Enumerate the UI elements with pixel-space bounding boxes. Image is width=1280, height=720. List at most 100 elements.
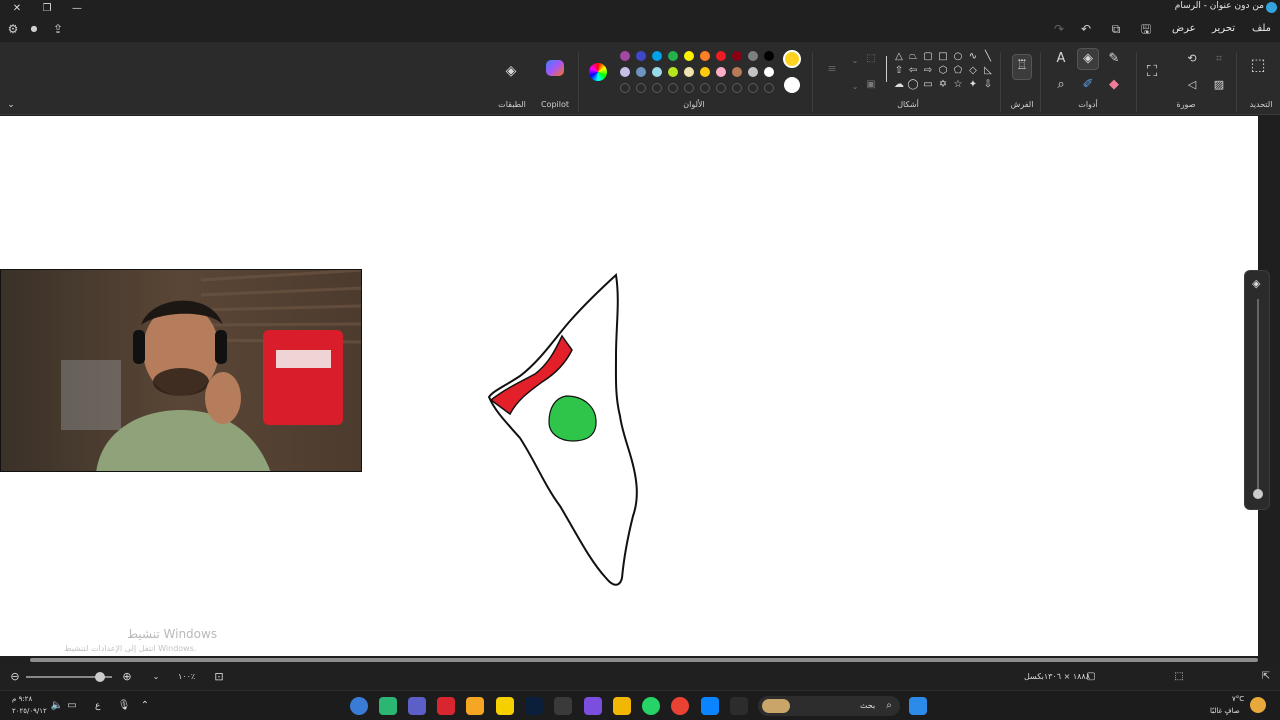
- image-select-icon[interactable]: ⛶: [1143, 62, 1161, 80]
- save-icon[interactable]: 🖫: [1139, 22, 1153, 36]
- custom-color-slot[interactable]: [652, 83, 662, 93]
- copilot-icon[interactable]: [546, 60, 564, 76]
- vertical-zoom-panel[interactable]: ◈: [1244, 270, 1270, 510]
- palette-color-swatch[interactable]: [636, 51, 646, 61]
- pencil-icon[interactable]: ✎: [1105, 50, 1123, 68]
- acrobat-taskbar-icon[interactable]: [437, 697, 455, 715]
- palette-color-swatch[interactable]: [636, 67, 646, 77]
- redo-icon[interactable]: ↷: [1052, 22, 1066, 36]
- shape-fill-icon[interactable]: ▣: [862, 76, 880, 94]
- palette-color-swatch[interactable]: [748, 51, 758, 61]
- rounded-rectangle-shape-icon[interactable]: ▢: [922, 51, 934, 63]
- palette-color-swatch[interactable]: [684, 51, 694, 61]
- eraser-icon[interactable]: ◆: [1105, 76, 1123, 94]
- palette-color-swatch[interactable]: [620, 51, 630, 61]
- down-arrow-shape-icon[interactable]: ⇩: [982, 79, 994, 91]
- whatsapp-taskbar-icon[interactable]: [642, 697, 660, 715]
- curve-shape-icon[interactable]: ∿: [967, 51, 979, 63]
- chevron-up-icon[interactable]: ⌃: [136, 697, 154, 715]
- epic-games-taskbar-icon[interactable]: [730, 697, 748, 715]
- custom-color-slot[interactable]: [716, 83, 726, 93]
- sticky-notes-taskbar-icon[interactable]: [496, 697, 514, 715]
- resize-icon[interactable]: ▨: [1210, 76, 1228, 94]
- custom-color-slot[interactable]: [764, 83, 774, 93]
- clock-time[interactable]: ٩:٢٨ م: [12, 695, 32, 703]
- media-player-taskbar-icon[interactable]: [379, 697, 397, 715]
- chevron-down-icon[interactable]: ⌄: [846, 78, 864, 96]
- magnifier-icon[interactable]: ⌕: [1052, 76, 1070, 94]
- palette-color-swatch[interactable]: [668, 51, 678, 61]
- menu-edit[interactable]: تحرير: [1212, 23, 1235, 34]
- paint-taskbar-icon[interactable]: [350, 697, 368, 715]
- zoom-in-icon[interactable]: ⊕: [118, 668, 136, 686]
- pentagon-shape-icon[interactable]: ⬠: [952, 65, 964, 77]
- discord-taskbar-icon[interactable]: [584, 697, 602, 715]
- crop-icon[interactable]: ⌗: [1210, 50, 1228, 68]
- oval-shape-icon[interactable]: ○: [952, 51, 964, 63]
- photoshop-taskbar-icon[interactable]: [525, 697, 543, 715]
- start-button-icon[interactable]: [909, 697, 927, 715]
- custom-color-slot[interactable]: [620, 83, 630, 93]
- primary-color-swatch[interactable]: [783, 50, 801, 68]
- rotate-icon[interactable]: ⟲: [1183, 50, 1201, 68]
- palette-color-swatch[interactable]: [748, 67, 758, 77]
- palette-color-swatch[interactable]: [668, 67, 678, 77]
- zoom-slider-thumb[interactable]: [95, 672, 105, 682]
- menu-file[interactable]: ملف: [1252, 23, 1271, 34]
- weather-description[interactable]: صافٍ غالبًا: [1210, 707, 1240, 715]
- custom-color-slot[interactable]: [636, 83, 646, 93]
- palette-color-swatch[interactable]: [732, 67, 742, 77]
- up-arrow-shape-icon[interactable]: ⇧: [893, 65, 905, 77]
- horizontal-scrollbar[interactable]: [0, 656, 1280, 664]
- stroke-size-icon[interactable]: ≡: [823, 60, 841, 78]
- palette-color-swatch[interactable]: [620, 67, 630, 77]
- file-explorer-taskbar-icon[interactable]: [613, 697, 631, 715]
- shape-outline-icon[interactable]: ⬚: [862, 50, 880, 68]
- app-taskbar-icon[interactable]: [701, 697, 719, 715]
- clock-date[interactable]: ٢٠٢٥/٠٩/١٢: [12, 707, 47, 715]
- palette-color-swatch[interactable]: [764, 67, 774, 77]
- palette-color-swatch[interactable]: [652, 67, 662, 77]
- maximize-window-button[interactable]: ❐: [32, 0, 62, 16]
- left-arrow-shape-icon[interactable]: ⇦: [907, 65, 919, 77]
- palette-color-swatch[interactable]: [716, 51, 726, 61]
- custom-color-slot[interactable]: [684, 83, 694, 93]
- network-icon[interactable]: ▭: [63, 697, 81, 715]
- minimize-window-button[interactable]: —: [62, 0, 92, 16]
- edit-colors-icon[interactable]: [589, 63, 607, 81]
- zoom-level[interactable]: ١٠٠٪: [178, 672, 195, 681]
- palette-color-swatch[interactable]: [700, 51, 710, 61]
- custom-color-slot[interactable]: [748, 83, 758, 93]
- oval-callout-shape-icon[interactable]: ◯: [907, 79, 919, 91]
- polygon-shape-icon[interactable]: ⏢: [907, 51, 919, 63]
- custom-color-slot[interactable]: [700, 83, 710, 93]
- horizontal-scroll-thumb[interactable]: [30, 658, 1258, 662]
- weather-icon[interactable]: [1250, 697, 1266, 713]
- app-taskbar-icon[interactable]: [466, 697, 484, 715]
- palette-color-swatch[interactable]: [764, 51, 774, 61]
- close-window-button[interactable]: ✕: [2, 0, 32, 16]
- custom-color-slot[interactable]: [668, 83, 678, 93]
- undo-icon[interactable]: ↶: [1079, 22, 1093, 36]
- palette-color-swatch[interactable]: [700, 67, 710, 77]
- settings-icon[interactable]: ⚙: [6, 22, 20, 36]
- hexagon-shape-icon[interactable]: ⬡: [937, 65, 949, 77]
- five-point-star-shape-icon[interactable]: ☆: [952, 79, 964, 91]
- callout-shape-icon[interactable]: ▭: [922, 79, 934, 91]
- open-file-icon[interactable]: ⧉: [1109, 22, 1123, 36]
- chevron-down-icon[interactable]: ⌄: [147, 668, 165, 686]
- chrome-taskbar-icon[interactable]: [671, 697, 689, 715]
- input-language[interactable]: ع: [95, 701, 100, 711]
- account-icon[interactable]: ●: [27, 22, 41, 36]
- palette-color-swatch[interactable]: [684, 67, 694, 77]
- diamond-shape-icon[interactable]: ◇: [967, 65, 979, 77]
- triangle-shape-icon[interactable]: △: [893, 51, 905, 63]
- zoom-thumb[interactable]: [1253, 489, 1263, 499]
- palette-color-swatch[interactable]: [732, 51, 742, 61]
- layers-icon[interactable]: ◈: [502, 62, 520, 80]
- collapse-ribbon-icon[interactable]: ⌄: [2, 96, 20, 114]
- share-icon[interactable]: ⇪: [51, 22, 65, 36]
- six-point-star-shape-icon[interactable]: ✡: [937, 79, 949, 91]
- zoom-out-icon[interactable]: ⊖: [6, 668, 24, 686]
- right-triangle-shape-icon[interactable]: ◺: [982, 65, 994, 77]
